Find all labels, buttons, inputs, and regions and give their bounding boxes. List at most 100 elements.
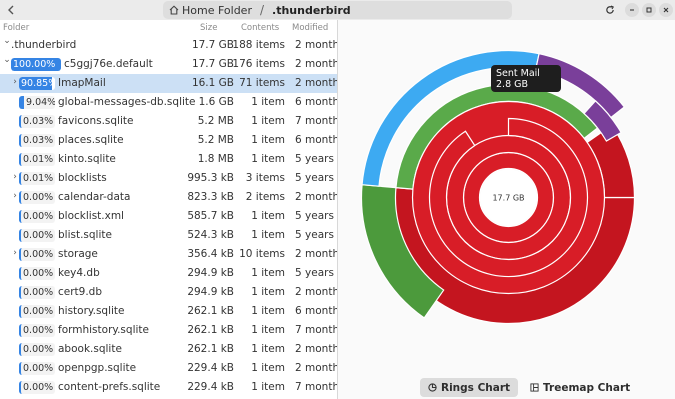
chart-tabs: Rings Chart Treemap Chart: [420, 378, 638, 397]
close-button[interactable]: [659, 3, 673, 17]
folder-size: 294.9 kB: [187, 286, 234, 298]
folder-row[interactable]: 0.00% key4.db 294.9 kB 1 item 5 years: [0, 264, 337, 283]
minimize-button[interactable]: [625, 3, 639, 17]
crumb-current-label: .thunderbird: [272, 3, 351, 17]
folder-name: ImapMail: [58, 77, 106, 89]
folder-name: c5ggj76e.default: [64, 58, 153, 70]
treemap-chart-icon: [530, 383, 539, 392]
folder-contents: 1 item: [251, 343, 285, 355]
folder-row[interactable]: 0.00% cert9.db 294.9 kB 1 item 2 months: [0, 283, 337, 302]
maximize-button[interactable]: [642, 3, 656, 17]
folder-name: storage: [58, 248, 98, 260]
folder-name: kinto.sqlite: [58, 153, 116, 165]
folder-row[interactable]: ›90.85%ImapMail16.1 GB71 items2 months: [0, 74, 337, 93]
percentage-label: 0.00%: [23, 230, 54, 241]
percentage-label: 0.00%: [23, 382, 54, 393]
folder-name: blocklist.xml: [58, 210, 124, 222]
folder-contents: 1 item: [251, 324, 285, 336]
folder-modified: 2 months: [295, 286, 337, 298]
tab-treemap-chart[interactable]: Treemap Chart: [522, 378, 638, 397]
folder-row[interactable]: 0.01% kinto.sqlite 1.8 MB 1 item 5 years: [0, 150, 337, 169]
percentage-label: 0.00%: [23, 325, 54, 336]
folder-row[interactable]: 0.00% blocklist.xml 585.7 kB 1 item 5 years: [0, 207, 337, 226]
folder-row[interactable]: 0.03% places.sqlite 5.2 MB 1 item 6 months: [0, 131, 337, 150]
crumb-home[interactable]: Home Folder: [169, 4, 252, 17]
back-button[interactable]: [4, 2, 18, 18]
rings-chart-icon: [428, 383, 437, 392]
folder-row[interactable]: 9.04% global-messages-db.sqlite 1.6 GB 1 it…: [0, 93, 337, 112]
chevron-left-icon: [8, 5, 14, 15]
percentage-label: 0.00%: [23, 287, 54, 298]
folder-row[interactable]: ⌄ 100.00% c5ggj76e.default 17.7 GB 176 items…: [0, 55, 337, 74]
folder-size: 16.1 GB: [191, 77, 234, 89]
folder-name: calendar-data: [58, 191, 131, 203]
folder-contents: 1 item: [251, 229, 285, 241]
folder-size: 823.3 kB: [187, 191, 234, 203]
folder-modified: 2 months: [295, 58, 337, 70]
percentage-badge: 0.00%: [19, 362, 55, 375]
crumb-separator: /: [259, 3, 265, 17]
folder-contents: 176 items: [232, 58, 285, 70]
segment-tooltip: Sent Mail 2.8 GB: [491, 65, 561, 92]
folder-modified: 5 years: [295, 267, 334, 279]
folder-name: favicons.sqlite: [58, 115, 134, 127]
percentage-badge: 0.01%: [19, 153, 55, 166]
folder-row[interactable]: 0.00% blist.sqlite 524.3 kB 1 item 5 years: [0, 226, 337, 245]
folder-modified: 2 months: [295, 362, 337, 374]
folder-row[interactable]: ⌄.thunderbird17.7 GB188 items2 months: [0, 36, 337, 55]
folder-size: 229.4 kB: [187, 362, 234, 374]
folder-modified: 2 months: [295, 248, 337, 260]
folder-size: 1.6 GB: [198, 96, 234, 108]
folder-size: 5.2 MB: [197, 115, 234, 127]
column-size[interactable]: Size: [200, 23, 217, 33]
folder-modified: 2 months: [295, 77, 337, 89]
folder-modified: 2 months: [295, 343, 337, 355]
percentage-badge: 0.00%: [19, 229, 55, 242]
folder-modified: 2 months: [295, 39, 337, 51]
rings-center-label: 17.7 GB: [492, 194, 524, 203]
percentage-label: 0.00%: [23, 249, 54, 260]
percentage-badge: 0.03%: [19, 115, 55, 128]
home-icon: [169, 5, 179, 15]
folder-size: 524.3 kB: [187, 229, 234, 241]
folder-row[interactable]: 0.00% formhistory.sqlite 262.1 kB 1 item 7 m…: [0, 321, 337, 340]
percentage-badge: 0.00%: [19, 324, 55, 337]
folder-contents: 1 item: [251, 96, 285, 108]
percentage-label: 0.00%: [23, 306, 54, 317]
folder-size: 5.2 MB: [197, 134, 234, 146]
percentage-badge: 0.01%: [19, 172, 55, 185]
percentage-badge: 0.00%: [19, 305, 55, 318]
tab-treemap-chart-label: Treemap Chart: [543, 381, 631, 394]
crumb-home-label: Home Folder: [182, 3, 252, 17]
folder-contents: 1 item: [251, 115, 285, 127]
percentage-badge: 0.00%: [19, 381, 55, 394]
maximize-icon: [646, 7, 652, 13]
folder-row[interactable]: 0.00% abook.sqlite 262.1 kB 1 item 2 months: [0, 340, 337, 359]
percentage-label: 0.03%: [23, 116, 54, 127]
folder-size: 17.7 GB: [191, 39, 234, 51]
refresh-button[interactable]: [603, 3, 617, 17]
folder-row[interactable]: 0.00% history.sqlite 262.1 kB 1 item 6 month…: [0, 302, 337, 321]
folder-row[interactable]: › 0.00% calendar-data 823.3 kB 2 items 2 mont…: [0, 188, 337, 207]
folder-contents: 2 items: [245, 191, 285, 203]
percentage-badge: 0.00%: [19, 343, 55, 356]
crumb-current[interactable]: .thunderbird: [272, 4, 351, 17]
folder-name: openpgp.sqlite: [58, 362, 137, 374]
column-contents[interactable]: Contents: [241, 23, 279, 33]
minimize-icon: [630, 9, 634, 11]
folder-contents: 1 item: [251, 362, 285, 374]
refresh-icon: [606, 5, 614, 14]
folder-row[interactable]: 0.00% openpgp.sqlite 229.4 kB 1 item 2 month…: [0, 359, 337, 378]
folder-name: history.sqlite: [58, 305, 125, 317]
folder-modified: 5 years: [295, 210, 334, 222]
chart-panel: 17.7 GB Sent Mail 2.8 GB Rings Chart Tre…: [339, 20, 675, 399]
folder-name: formhistory.sqlite: [58, 324, 149, 336]
folder-row[interactable]: ›0.00%storage356.4 kB10 items2 months: [0, 245, 337, 264]
folder-row[interactable]: 0.00% content-prefs.sqlite 229.4 kB 1 item 7…: [0, 378, 337, 397]
column-header: Folder Size Contents Modified: [0, 20, 337, 36]
folder-row[interactable]: › 0.01% blocklists 995.3 kB 3 items 5 years: [0, 169, 337, 188]
column-modified[interactable]: Modified: [292, 23, 328, 33]
tab-rings-chart[interactable]: Rings Chart: [420, 378, 519, 397]
column-folder[interactable]: Folder: [3, 23, 29, 33]
folder-row[interactable]: 0.03% favicons.sqlite 5.2 MB 1 item 7 months: [0, 112, 337, 131]
